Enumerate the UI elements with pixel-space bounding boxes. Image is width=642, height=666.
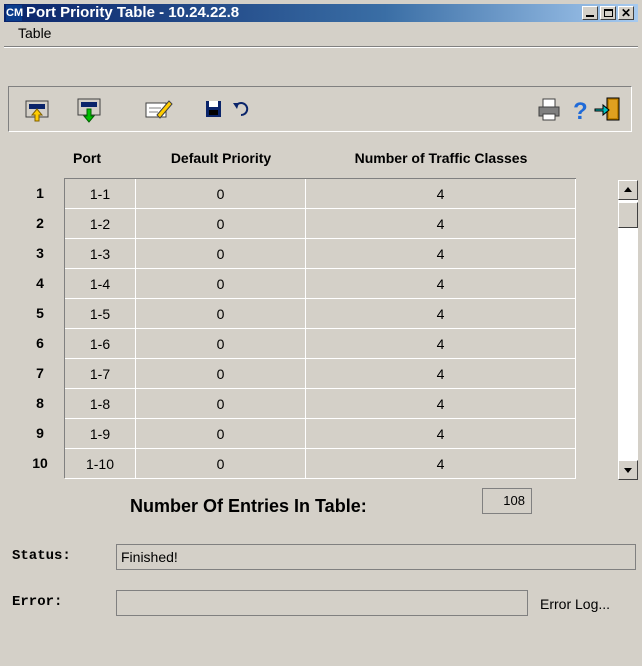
- window-title: Port Priority Table - 10.24.22.8: [26, 4, 240, 21]
- scroll-up-button[interactable]: [618, 180, 638, 200]
- traffic-classes-cell[interactable]: 4: [306, 359, 576, 389]
- priority-cell[interactable]: 0: [136, 269, 306, 299]
- status-label: Status:: [12, 548, 71, 564]
- undo-button[interactable]: [227, 95, 257, 123]
- minimize-button[interactable]: [582, 6, 598, 20]
- row-number: 8: [36, 395, 44, 411]
- exit-button[interactable]: [593, 95, 623, 123]
- port-cell[interactable]: 1-9: [65, 419, 136, 449]
- download-button[interactable]: [75, 95, 105, 123]
- help-icon: ?: [573, 98, 588, 125]
- error-field: [116, 590, 528, 616]
- minimize-icon: [586, 15, 594, 17]
- traffic-classes-cell[interactable]: 4: [306, 209, 576, 239]
- error-label: Error:: [12, 594, 63, 610]
- title-bar[interactable]: CM Port Priority Table - 10.24.22.8 ✕: [4, 4, 638, 22]
- row-number: 9: [36, 425, 44, 441]
- port-cell[interactable]: 1-7: [65, 359, 136, 389]
- undo-icon: [233, 102, 249, 117]
- priority-cell[interactable]: 0: [136, 299, 306, 329]
- app-icon: CM: [6, 5, 24, 21]
- menu-table[interactable]: Table: [18, 25, 51, 41]
- port-cell[interactable]: 1-5: [65, 299, 136, 329]
- traffic-classes-cell[interactable]: 4: [306, 299, 576, 329]
- priority-cell[interactable]: 0: [136, 389, 306, 419]
- traffic-classes-cell[interactable]: 4: [306, 449, 576, 479]
- status-field: Finished!: [116, 544, 636, 570]
- port-priority-window: CM Port Priority Table - 10.24.22.8 ✕ Ta…: [0, 0, 642, 666]
- edit-button[interactable]: [143, 95, 173, 123]
- row-number: 1: [36, 185, 44, 201]
- close-button[interactable]: ✕: [618, 6, 634, 20]
- column-header-port: Port: [73, 150, 101, 166]
- entries-count-value: 108: [482, 488, 532, 514]
- port-cell[interactable]: 1-3: [65, 239, 136, 269]
- exit-icon: [594, 97, 620, 121]
- close-icon: ✕: [621, 6, 632, 20]
- port-cell[interactable]: 1-4: [65, 269, 136, 299]
- maximize-icon: [604, 9, 613, 17]
- priority-cell[interactable]: 0: [136, 449, 306, 479]
- row-number: 3: [36, 245, 44, 261]
- print-icon: [538, 98, 560, 121]
- port-cell[interactable]: 1-6: [65, 329, 136, 359]
- port-cell[interactable]: 1-10: [65, 449, 136, 479]
- download-icon: [77, 98, 101, 123]
- scroll-down-arrow-icon: [624, 468, 632, 473]
- row-number: 7: [36, 365, 44, 381]
- entries-count-label: Number Of Entries In Table:: [130, 496, 367, 516]
- row-number: 4: [36, 275, 44, 291]
- traffic-classes-cell[interactable]: 4: [306, 419, 576, 449]
- svg-text:?: ?: [573, 98, 588, 123]
- column-header-traffic-classes: Number of Traffic Classes: [354, 150, 528, 166]
- priority-cell[interactable]: 0: [136, 359, 306, 389]
- save-button[interactable]: [199, 95, 229, 123]
- maximize-button[interactable]: [600, 6, 616, 20]
- toolbar: ?: [8, 86, 632, 132]
- column-header-default-priority: Default Priority: [170, 150, 272, 166]
- help-button[interactable]: ?: [565, 95, 595, 125]
- upload-button[interactable]: [23, 95, 53, 123]
- port-cell[interactable]: 1-2: [65, 209, 136, 239]
- edit-icon: [145, 100, 173, 119]
- row-number: 10: [32, 455, 48, 471]
- priority-cell[interactable]: 0: [136, 329, 306, 359]
- save-icon: [206, 101, 221, 117]
- menu-divider: [4, 46, 638, 48]
- port-cell[interactable]: 1-1: [65, 179, 136, 209]
- scroll-thumb[interactable]: [618, 202, 638, 228]
- traffic-classes-cell[interactable]: 4: [306, 269, 576, 299]
- port-cell[interactable]: 1-8: [65, 389, 136, 419]
- row-number: 2: [36, 215, 44, 231]
- traffic-classes-cell[interactable]: 4: [306, 239, 576, 269]
- priority-cell[interactable]: 0: [136, 209, 306, 239]
- priority-cell[interactable]: 0: [136, 179, 306, 209]
- traffic-classes-cell[interactable]: 4: [306, 179, 576, 209]
- row-number: 6: [36, 335, 44, 351]
- traffic-classes-cell[interactable]: 4: [306, 329, 576, 359]
- print-button[interactable]: [535, 95, 565, 123]
- error-log-button[interactable]: Error Log...: [540, 596, 610, 612]
- priority-cell[interactable]: 0: [136, 419, 306, 449]
- priority-cell[interactable]: 0: [136, 239, 306, 269]
- menu-bar: Table: [4, 22, 638, 44]
- upload-icon: [25, 100, 49, 122]
- vertical-scrollbar[interactable]: [618, 180, 638, 480]
- row-number: 5: [36, 305, 44, 321]
- scroll-down-button[interactable]: [618, 460, 638, 480]
- traffic-classes-cell[interactable]: 4: [306, 389, 576, 419]
- scroll-up-arrow-icon: [624, 187, 632, 192]
